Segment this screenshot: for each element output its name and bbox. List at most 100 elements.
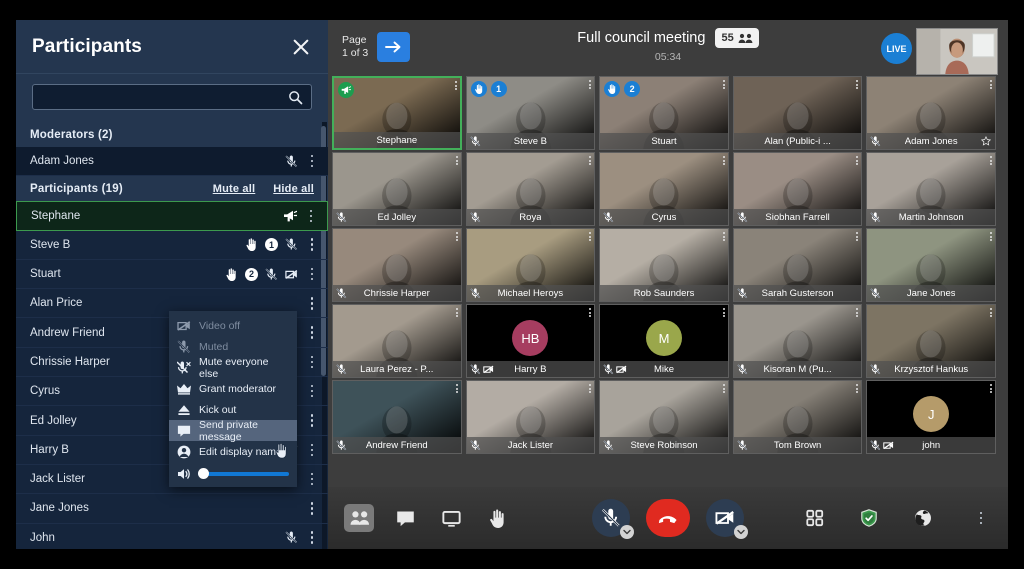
hide-all-link[interactable]: Hide all — [273, 183, 314, 195]
tile-menu-icon[interactable] — [990, 232, 992, 241]
video-tile[interactable]: 1 Steve B — [465, 76, 596, 150]
tile-menu-icon[interactable] — [722, 232, 725, 241]
stop-video-button[interactable] — [706, 499, 748, 539]
tile-menu-icon[interactable] — [589, 80, 592, 89]
live-badge[interactable]: LIVE — [881, 33, 912, 64]
video-tile[interactable]: Cyrus — [599, 152, 729, 226]
participant-row[interactable]: Steve B 1 — [16, 231, 328, 260]
chat-button[interactable] — [390, 504, 420, 532]
tile-menu-icon[interactable] — [990, 156, 992, 165]
tile-menu-icon[interactable] — [856, 232, 859, 241]
video-tile[interactable]: Rob Saunders — [599, 228, 729, 302]
language-button[interactable] — [908, 504, 938, 532]
participant-count-badge[interactable]: 55 — [715, 28, 759, 48]
close-icon[interactable] — [290, 36, 312, 58]
security-button[interactable] — [854, 504, 884, 532]
kebab-icon[interactable] — [306, 237, 318, 253]
video-tile[interactable]: Laura Perez - P... — [332, 304, 462, 378]
mute-all-link[interactable]: Mute all — [213, 183, 256, 195]
kebab-icon[interactable] — [305, 208, 317, 224]
tile-menu-icon[interactable] — [990, 308, 992, 317]
context-menu-item[interactable]: Kick out — [169, 399, 297, 420]
tile-menu-icon[interactable] — [589, 384, 592, 393]
video-tile[interactable]: 2 Stuart — [599, 76, 729, 150]
kebab-icon[interactable] — [975, 510, 987, 526]
search-box[interactable] — [32, 84, 312, 110]
tile-menu-icon[interactable] — [722, 308, 725, 317]
volume-slider-knob[interactable] — [198, 468, 209, 479]
tile-menu-icon[interactable] — [990, 80, 992, 89]
video-tile[interactable]: Jane Jones — [866, 228, 996, 302]
tile-menu-icon[interactable] — [589, 232, 592, 241]
tile-menu-icon[interactable] — [856, 156, 859, 165]
kebab-icon[interactable] — [306, 354, 318, 370]
video-tile[interactable]: Chrissie Harper — [332, 228, 462, 302]
self-view-thumbnail[interactable] — [916, 28, 998, 75]
tile-menu-icon[interactable] — [455, 308, 458, 317]
participant-context-menu[interactable]: Video off Muted Mute everyone else Grant… — [169, 311, 297, 487]
kebab-icon[interactable] — [306, 383, 318, 399]
participants-button[interactable] — [344, 504, 374, 532]
tile-menu-icon[interactable] — [455, 156, 458, 165]
tile-menu-icon[interactable] — [722, 80, 725, 89]
video-tile[interactable]: Steve Robinson — [599, 380, 729, 454]
raise-hand-button[interactable] — [482, 504, 512, 532]
next-page-button[interactable] — [377, 32, 411, 62]
tile-menu-icon[interactable] — [990, 384, 992, 393]
tile-menu-icon[interactable] — [856, 80, 859, 89]
tile-menu-icon[interactable] — [856, 384, 859, 393]
volume-control[interactable] — [169, 462, 297, 485]
kebab-icon[interactable] — [306, 153, 318, 169]
video-tile[interactable]: Adam Jones — [866, 76, 996, 150]
tile-menu-icon[interactable] — [722, 384, 725, 393]
kebab-icon[interactable] — [306, 442, 318, 458]
kebab-icon[interactable] — [306, 295, 318, 311]
kebab-icon[interactable] — [306, 471, 318, 487]
participant-row[interactable]: Adam Jones — [16, 147, 328, 177]
hangup-button[interactable] — [646, 499, 690, 537]
layout-button[interactable] — [800, 504, 830, 532]
chevron-down-icon[interactable] — [734, 525, 748, 539]
video-tile[interactable]: Kisoran M (Pu... — [732, 304, 863, 378]
tile-menu-icon[interactable] — [722, 156, 725, 165]
volume-slider[interactable] — [198, 468, 289, 479]
participant-row[interactable]: John — [16, 524, 328, 549]
video-tile[interactable]: Siobhan Farrell — [732, 152, 863, 226]
video-tile[interactable]: Ed Jolley — [332, 152, 462, 226]
mute-mic-button[interactable] — [592, 499, 634, 539]
tile-menu-icon[interactable] — [455, 232, 458, 241]
video-tile[interactable]: Andrew Friend — [332, 380, 462, 454]
video-tile[interactable]: Roya — [465, 152, 596, 226]
participant-row[interactable]: Jane Jones — [16, 494, 328, 524]
kebab-icon[interactable] — [306, 530, 318, 546]
chevron-down-icon[interactable] — [620, 525, 634, 539]
video-tile[interactable]: Tom Brown — [732, 380, 863, 454]
tile-menu-icon[interactable] — [856, 308, 859, 317]
participant-row[interactable]: Stephane — [16, 201, 328, 231]
tile-menu-icon[interactable] — [589, 308, 592, 317]
video-tile[interactable]: Krzysztof Hankus — [866, 304, 996, 378]
kebab-icon[interactable] — [306, 266, 318, 282]
video-tile[interactable]: Michael Heroys — [465, 228, 596, 302]
video-tile[interactable]: M Mike — [599, 304, 729, 378]
video-tile[interactable]: HB Harry B — [465, 304, 596, 378]
tile-menu-icon[interactable] — [589, 156, 592, 165]
tile-menu-icon[interactable] — [455, 384, 458, 393]
video-tile[interactable]: Martin Johnson — [866, 152, 996, 226]
video-tile[interactable]: Alan (Public-i ... — [732, 76, 863, 150]
search-input[interactable] — [33, 90, 311, 104]
kebab-icon[interactable] — [306, 325, 318, 341]
participant-row[interactable]: Stuart 2 — [16, 260, 328, 290]
share-screen-button[interactable] — [436, 504, 466, 532]
video-tile[interactable]: J john — [866, 380, 996, 454]
context-menu-item[interactable]: Grant moderator — [169, 378, 297, 399]
more-button[interactable] — [962, 504, 992, 532]
context-menu-item[interactable]: Mute everyone else — [169, 356, 297, 380]
video-tile[interactable]: Jack Lister — [465, 380, 596, 454]
video-tile[interactable]: Sarah Gusterson — [732, 228, 863, 302]
kebab-icon[interactable] — [306, 413, 318, 429]
tile-menu-icon[interactable] — [454, 81, 457, 90]
video-tile[interactable]: Stephane — [332, 76, 462, 150]
kebab-icon[interactable] — [306, 500, 318, 516]
context-menu-item[interactable]: Send private message — [169, 419, 297, 443]
